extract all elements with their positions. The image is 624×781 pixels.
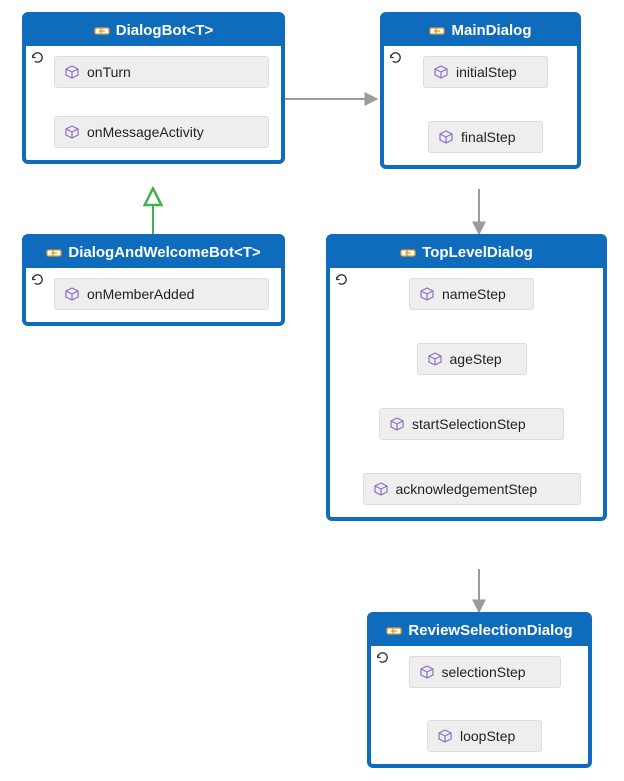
method-onmemberadded: onMemberAdded xyxy=(54,278,269,310)
cycle-icon xyxy=(388,50,403,70)
method-onmessageactivity: onMessageActivity xyxy=(54,116,269,148)
method-finalstep-label: finalStep xyxy=(461,129,515,145)
method-loopstep-label: loopStep xyxy=(460,728,515,744)
cube-icon xyxy=(434,65,448,79)
cube-icon xyxy=(438,729,452,743)
cube-icon xyxy=(65,125,79,139)
method-onmemberadded-label: onMemberAdded xyxy=(87,286,194,302)
method-agestep-label: ageStep xyxy=(450,351,502,367)
method-startselectionstep: startSelectionStep xyxy=(379,408,564,440)
class-dialogandwelcomebot-title: DialogAndWelcomeBot<T> xyxy=(68,244,260,261)
cycle-icon xyxy=(30,50,45,70)
class-topleveldialog-title: TopLevelDialog xyxy=(422,244,533,261)
method-initialstep: initialStep xyxy=(423,56,548,88)
class-dialogandwelcomebot-header: DialogAndWelcomeBot<T> xyxy=(26,238,281,268)
link-icon xyxy=(94,23,110,39)
class-dialogandwelcomebot: DialogAndWelcomeBot<T> onMemberAdded xyxy=(22,234,285,326)
cube-icon xyxy=(65,65,79,79)
class-reviewselectiondialog: ReviewSelectionDialog selectionStep loop… xyxy=(367,612,592,768)
cycle-icon xyxy=(375,650,390,670)
link-icon xyxy=(429,23,445,39)
method-startselectionstep-label: startSelectionStep xyxy=(412,416,526,432)
class-dialogbot: DialogBot<T> onTurn onMessageActivity xyxy=(22,12,285,164)
method-initialstep-label: initialStep xyxy=(456,64,517,80)
cube-icon xyxy=(428,352,442,366)
class-maindialog: MainDialog initialStep finalStep xyxy=(380,12,581,169)
cube-icon xyxy=(390,417,404,431)
class-topleveldialog: TopLevelDialog nameStep ageStep startSel… xyxy=(326,234,607,521)
class-topleveldialog-header: TopLevelDialog xyxy=(330,238,603,268)
method-acknowledgementstep: acknowledgementStep xyxy=(363,473,581,505)
cube-icon xyxy=(65,287,79,301)
method-acknowledgementstep-label: acknowledgementStep xyxy=(396,481,538,497)
link-icon xyxy=(400,245,416,261)
class-maindialog-header: MainDialog xyxy=(384,16,577,46)
method-finalstep: finalStep xyxy=(428,121,543,153)
cube-icon xyxy=(439,130,453,144)
cycle-icon xyxy=(30,272,45,292)
cube-icon xyxy=(374,482,388,496)
method-onturn: onTurn xyxy=(54,56,269,88)
cube-icon xyxy=(420,665,434,679)
method-onturn-label: onTurn xyxy=(87,64,131,80)
cube-icon xyxy=(420,287,434,301)
method-namestep-label: nameStep xyxy=(442,286,506,302)
method-agestep: ageStep xyxy=(417,343,527,375)
method-selectionstep-label: selectionStep xyxy=(442,664,526,680)
method-onmessageactivity-label: onMessageActivity xyxy=(87,124,204,140)
link-icon xyxy=(386,623,402,639)
method-namestep: nameStep xyxy=(409,278,534,310)
class-maindialog-title: MainDialog xyxy=(451,22,531,39)
method-loopstep: loopStep xyxy=(427,720,542,752)
cycle-icon xyxy=(334,272,349,292)
class-dialogbot-header: DialogBot<T> xyxy=(26,16,281,46)
link-icon xyxy=(46,245,62,261)
class-reviewselectiondialog-title: ReviewSelectionDialog xyxy=(408,622,572,639)
class-reviewselectiondialog-header: ReviewSelectionDialog xyxy=(371,616,588,646)
method-selectionstep: selectionStep xyxy=(409,656,561,688)
class-dialogbot-title: DialogBot<T> xyxy=(116,22,214,39)
